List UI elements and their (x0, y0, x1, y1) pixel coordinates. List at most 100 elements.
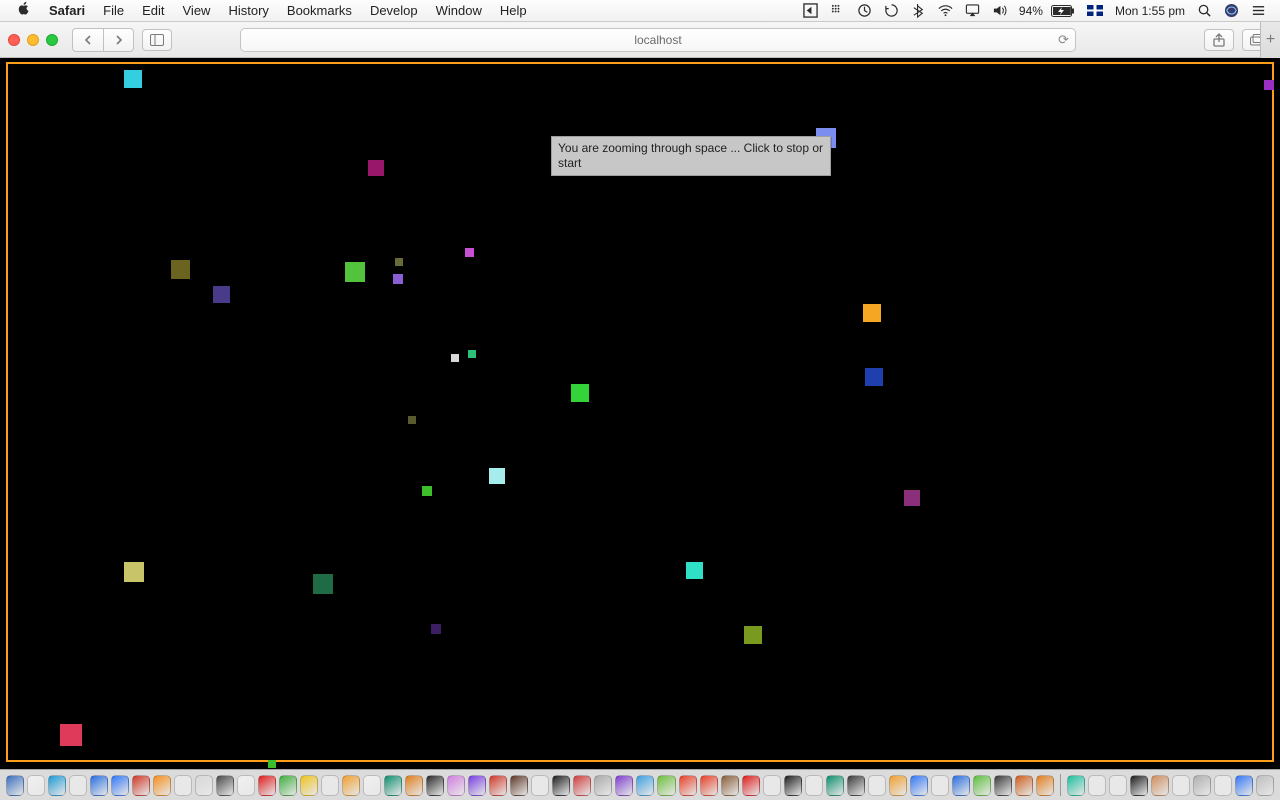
close-window-button[interactable] (8, 34, 20, 46)
volume-icon[interactable] (986, 0, 1013, 22)
avast-icon[interactable] (851, 0, 878, 22)
wifi-icon[interactable] (932, 0, 959, 22)
dock-app-icon[interactable] (426, 775, 444, 796)
space-square (60, 724, 82, 746)
status-icon[interactable] (824, 0, 851, 22)
dock-app-icon[interactable] (6, 775, 24, 796)
dock-app-icon[interactable] (111, 775, 129, 796)
menu-window[interactable]: Window (427, 0, 491, 22)
spotlight-icon[interactable] (1191, 0, 1218, 22)
menu-view[interactable]: View (174, 0, 220, 22)
dock-app-icon[interactable] (405, 775, 423, 796)
fullscreen-window-button[interactable] (46, 34, 58, 46)
dock-app-icon[interactable] (90, 775, 108, 796)
dock-app-icon[interactable] (69, 775, 87, 796)
share-button[interactable] (1204, 29, 1234, 51)
menu-edit[interactable]: Edit (133, 0, 173, 22)
dock-app-icon[interactable] (1036, 775, 1054, 796)
bluetooth-icon[interactable] (905, 0, 932, 22)
dock-app-icon[interactable] (468, 775, 486, 796)
dock-app-icon[interactable] (216, 775, 234, 796)
dock-app-icon[interactable] (384, 775, 402, 796)
dock-app-icon[interactable] (805, 775, 823, 796)
dock-app-icon[interactable] (721, 775, 739, 796)
forward-button[interactable] (103, 29, 133, 51)
dock-app-icon[interactable] (742, 775, 760, 796)
dock-app-icon[interactable] (300, 775, 318, 796)
dock-app-icon[interactable] (636, 775, 654, 796)
menu-file[interactable]: File (94, 0, 133, 22)
dock-app-icon[interactable] (1172, 775, 1190, 796)
dock-app-icon[interactable] (700, 775, 718, 796)
menubar-clock[interactable]: Mon 1:55 pm (1109, 0, 1191, 22)
dock-app-icon[interactable] (279, 775, 297, 796)
dock-app-icon[interactable] (153, 775, 171, 796)
dock-app-icon[interactable] (868, 775, 886, 796)
dock-app-icon[interactable] (48, 775, 66, 796)
dock-app-icon[interactable] (1193, 775, 1211, 796)
menu-help[interactable]: Help (491, 0, 536, 22)
dock-app-icon[interactable] (1151, 775, 1169, 796)
dock-app-icon[interactable] (910, 775, 928, 796)
reload-button[interactable]: ⟳ (1058, 32, 1069, 48)
dock-app-icon[interactable] (363, 775, 381, 796)
apple-menu[interactable] (8, 0, 40, 22)
dock-app-icon[interactable] (615, 775, 633, 796)
app-name[interactable]: Safari (40, 0, 94, 22)
dock-app-icon[interactable] (447, 775, 465, 796)
dock-app-icon[interactable] (952, 775, 970, 796)
space-square (863, 304, 881, 322)
dock-app-icon[interactable] (342, 775, 360, 796)
dock-app-icon[interactable] (531, 775, 549, 796)
dock-app-icon[interactable] (573, 775, 591, 796)
dock-app-icon[interactable] (889, 775, 907, 796)
flag-icon[interactable] (1081, 0, 1109, 22)
sidebar-button[interactable] (142, 29, 172, 51)
dock-app-icon[interactable] (679, 775, 697, 796)
new-tab-button[interactable]: + (1260, 22, 1280, 58)
dock-app-icon[interactable] (1130, 775, 1148, 796)
dock-app-icon[interactable] (594, 775, 612, 796)
dock-app-icon[interactable] (973, 775, 991, 796)
menu-develop[interactable]: Develop (361, 0, 427, 22)
dock-app-icon[interactable] (1088, 775, 1106, 796)
dock-app-icon[interactable] (195, 775, 213, 796)
status-icon[interactable] (797, 0, 824, 22)
dock-app-icon[interactable] (847, 775, 865, 796)
dock-app-icon[interactable] (1067, 775, 1085, 796)
dock-app-icon[interactable] (237, 775, 255, 796)
battery-icon[interactable] (1045, 0, 1081, 22)
dock-app-icon[interactable] (931, 775, 949, 796)
dock-app-icon[interactable] (763, 775, 781, 796)
dock-app-icon[interactable] (510, 775, 528, 796)
dock-app-icon[interactable] (27, 775, 45, 796)
space-square (1264, 80, 1274, 90)
dock-app-icon[interactable] (258, 775, 276, 796)
timemachine-icon[interactable] (878, 0, 905, 22)
siri-icon[interactable] (1218, 0, 1245, 22)
dock-app-icon[interactable] (1235, 775, 1253, 796)
dock-app-icon[interactable] (826, 775, 844, 796)
dock-app-icon[interactable] (784, 775, 802, 796)
back-button[interactable] (73, 29, 103, 51)
dock-app-icon[interactable] (1256, 775, 1274, 796)
menu-history[interactable]: History (219, 0, 277, 22)
dock-separator (1060, 774, 1061, 796)
dock-app-icon[interactable] (489, 775, 507, 796)
dock-app-icon[interactable] (321, 775, 339, 796)
menu-bookmarks[interactable]: Bookmarks (278, 0, 361, 22)
space-square (465, 248, 474, 257)
dock-app-icon[interactable] (994, 775, 1012, 796)
airplay-icon[interactable] (959, 0, 986, 22)
notification-center-icon[interactable] (1245, 0, 1272, 22)
space-square (904, 490, 920, 506)
dock-app-icon[interactable] (1214, 775, 1232, 796)
address-bar[interactable]: localhost ⟳ (240, 28, 1076, 52)
dock-app-icon[interactable] (657, 775, 675, 796)
dock-app-icon[interactable] (132, 775, 150, 796)
minimize-window-button[interactable] (27, 34, 39, 46)
dock-app-icon[interactable] (174, 775, 192, 796)
dock-app-icon[interactable] (1109, 775, 1127, 796)
dock-app-icon[interactable] (552, 775, 570, 796)
dock-app-icon[interactable] (1015, 775, 1033, 796)
